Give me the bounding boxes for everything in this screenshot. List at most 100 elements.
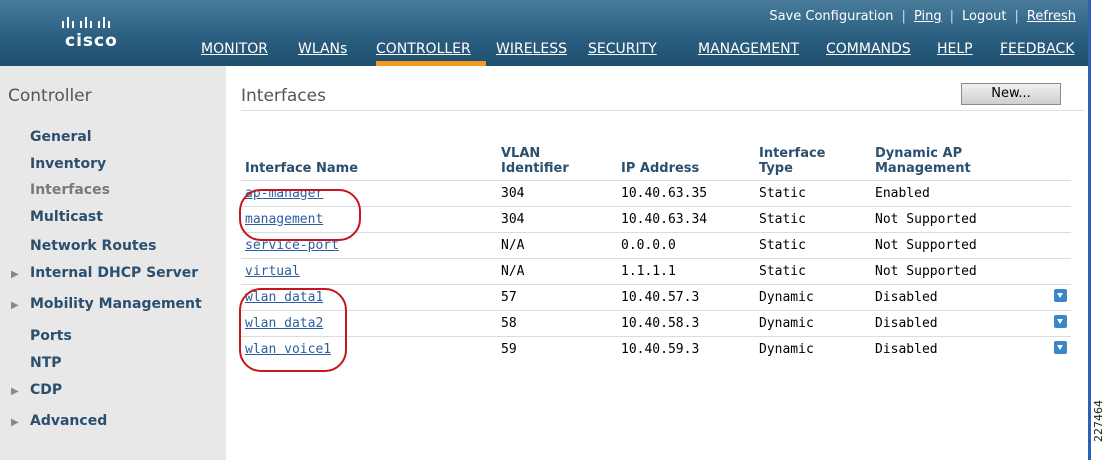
dynamic-ap-management-cell: Disabled	[871, 310, 1039, 337]
sidebar-item-mobility-management[interactable]: Mobility Management	[30, 296, 202, 312]
sidebar-item-ntp[interactable]: NTP	[30, 355, 62, 371]
table-row: wlan voice1 59 10.40.59.3 Dynamic Disabled	[241, 336, 1071, 362]
sidebar-item-network-routes[interactable]: Network Routes	[30, 238, 156, 254]
table-row: wlan data2 58 10.40.58.3 Dynamic Disabled	[241, 310, 1071, 337]
interface-type-cell: Static	[755, 206, 871, 233]
link-separator: |	[1014, 9, 1019, 24]
dynamic-ap-management-cell: Not Supported	[871, 258, 1039, 285]
dynamic-ap-management-cell: Disabled	[871, 284, 1039, 311]
top-links: Save Configuration | Ping | Logout | Refresh	[769, 9, 1076, 24]
annotation-circle	[239, 189, 361, 241]
sidebar-item-advanced[interactable]: Advanced	[30, 413, 107, 429]
figure-number: 227464	[1092, 400, 1105, 442]
column-header-ip-address: IP Address	[621, 161, 700, 176]
interface-type-cell: Dynamic	[755, 336, 871, 362]
dynamic-ap-management-cell: Not Supported	[871, 232, 1039, 259]
main-content: Interfaces New... Interface Name VLAN Id…	[226, 66, 1088, 460]
column-header-interface-name: Interface Name	[245, 161, 359, 176]
sidebar-item-internal-dhcp-server[interactable]: Internal DHCP Server	[30, 265, 198, 281]
sidebar-item-multicast[interactable]: Multicast	[30, 209, 103, 225]
expand-arrow-icon[interactable]: ▶	[11, 300, 19, 311]
vlan-identifier-cell: 304	[497, 206, 617, 233]
row-menu-cell	[1039, 336, 1071, 362]
page-edge-bar	[1088, 0, 1091, 460]
table-row: ap-manager 304 10.40.63.35 Static Enabled	[241, 180, 1071, 207]
row-menu-cell	[1039, 284, 1071, 311]
cisco-logo-icon	[62, 17, 110, 28]
ip-address-cell: 10.40.58.3	[617, 310, 755, 337]
ip-address-cell: 10.40.59.3	[617, 336, 755, 362]
row-menu-cell	[1039, 180, 1071, 207]
ip-address-cell: 10.40.63.35	[617, 180, 755, 207]
dropdown-arrow-icon[interactable]	[1054, 341, 1067, 354]
table-row: service-port N/A 0.0.0.0 Static Not Supporte…	[241, 232, 1071, 259]
interface-name-link[interactable]: virtual	[245, 264, 300, 279]
expand-arrow-icon[interactable]: ▶	[11, 269, 19, 280]
ping-link[interactable]: Ping	[914, 9, 942, 24]
row-menu-cell	[1039, 258, 1071, 285]
dropdown-arrow-icon[interactable]	[1054, 289, 1067, 302]
interface-type-cell: Static	[755, 232, 871, 259]
ip-address-cell: 0.0.0.0	[617, 232, 755, 259]
vlan-identifier-cell: 57	[497, 284, 617, 311]
column-header-vlan-identifier-text: VLAN Identifier	[501, 146, 569, 176]
column-header-interface-type-text: Interface Type	[759, 146, 826, 176]
interface-type-cell: Static	[755, 258, 871, 285]
vlan-identifier-cell: N/A	[497, 232, 617, 259]
divider	[241, 110, 1084, 111]
vlan-identifier-cell: N/A	[497, 258, 617, 285]
logout-link[interactable]: Logout	[962, 9, 1007, 24]
nav-security[interactable]: SECURITY	[588, 38, 657, 66]
vlan-identifier-cell: 58	[497, 310, 617, 337]
dropdown-arrow-icon[interactable]	[1054, 315, 1067, 328]
expand-arrow-icon[interactable]: ▶	[11, 386, 19, 397]
column-header-menu	[1039, 146, 1071, 181]
column-header-vlan-identifier: VLAN Identifier	[497, 146, 617, 181]
dynamic-ap-management-cell: Enabled	[871, 180, 1039, 207]
save-configuration-link[interactable]: Save Configuration	[769, 9, 893, 24]
nav-management[interactable]: MANAGEMENT	[698, 38, 799, 66]
new-interface-button[interactable]: New...	[961, 83, 1061, 105]
table-row: management 304 10.40.63.34 Static Not Suppor…	[241, 206, 1071, 233]
sidebar-item-inventory[interactable]: Inventory	[30, 156, 106, 172]
table-row: virtual N/A 1.1.1.1 Static Not Supported	[241, 258, 1071, 285]
dynamic-ap-management-cell: Disabled	[871, 336, 1039, 362]
sidebar-title: Controller	[8, 86, 92, 106]
column-header-interface-type: Interface Type	[755, 146, 871, 181]
column-header-dynamic-ap-management: Dynamic AP Management	[871, 146, 1039, 181]
ip-address-cell: 10.40.63.34	[617, 206, 755, 233]
nav-help[interactable]: HELP	[937, 38, 973, 66]
interface-type-cell: Static	[755, 180, 871, 207]
ip-address-cell: 10.40.57.3	[617, 284, 755, 311]
nav-wlans[interactable]: WLANs	[298, 38, 347, 66]
page-title: Interfaces	[241, 86, 326, 106]
main-nav: MONITOR WLANs CONTROLLER WIRELESS SECURI…	[0, 38, 1088, 66]
sidebar-item-cdp[interactable]: CDP	[30, 382, 62, 398]
interfaces-table: Interface Name VLAN Identifier IP Addres…	[241, 146, 1071, 362]
column-header-dynamic-ap-management-text: Dynamic AP Management	[875, 146, 971, 176]
row-menu-cell	[1039, 232, 1071, 259]
sidebar: Controller General Inventory Interfaces …	[0, 66, 226, 460]
expand-arrow-icon[interactable]: ▶	[11, 417, 19, 428]
vlan-identifier-cell: 304	[497, 180, 617, 207]
nav-commands[interactable]: COMMANDS	[826, 38, 911, 66]
top-header: cisco Save Configuration | Ping | Logout | Ref…	[0, 0, 1088, 66]
interface-type-cell: Dynamic	[755, 284, 871, 311]
vlan-identifier-cell: 59	[497, 336, 617, 362]
refresh-link[interactable]: Refresh	[1027, 9, 1076, 24]
interface-name-cell: virtual	[241, 258, 497, 285]
table-row: wlan data1 57 10.40.57.3 Dynamic Disabled	[241, 284, 1071, 311]
ip-address-cell: 1.1.1.1	[617, 258, 755, 285]
row-menu-cell	[1039, 310, 1071, 337]
sidebar-item-ports[interactable]: Ports	[30, 328, 72, 344]
nav-monitor[interactable]: MONITOR	[201, 38, 268, 66]
nav-wireless[interactable]: WIRELESS	[496, 38, 567, 66]
sidebar-item-interfaces[interactable]: Interfaces	[30, 182, 110, 198]
row-menu-cell	[1039, 206, 1071, 233]
table-header-row: Interface Name VLAN Identifier IP Addres…	[241, 146, 1071, 181]
sidebar-item-general[interactable]: General	[30, 129, 92, 145]
link-separator: |	[949, 9, 954, 24]
nav-feedback[interactable]: FEEDBACK	[1000, 38, 1074, 66]
link-separator: |	[901, 9, 906, 24]
annotation-circle	[239, 288, 347, 372]
